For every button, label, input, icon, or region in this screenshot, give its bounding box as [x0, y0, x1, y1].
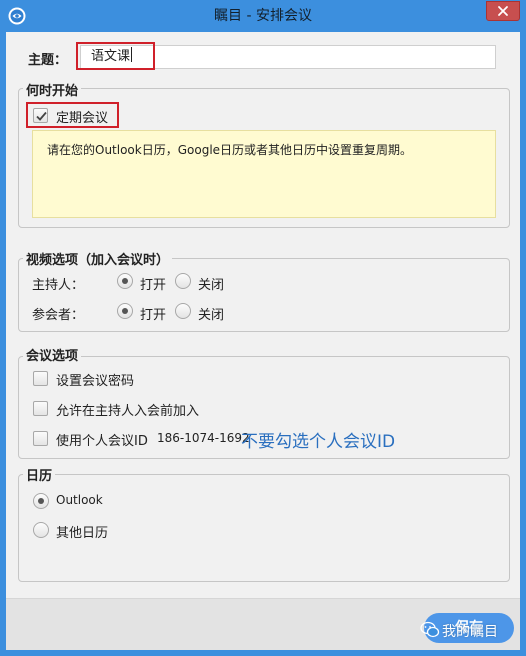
- personal-id-label: 使用个人会议ID: [56, 434, 148, 449]
- participant-video-on-radio[interactable]: [117, 303, 133, 319]
- host-video-on-label: 打开: [140, 278, 167, 293]
- video-options-title: 视频选项（加入会议时）: [23, 249, 173, 268]
- join-before-host-label: 允许在主持人入会前加入: [56, 404, 200, 419]
- participant-video-off-radio[interactable]: [175, 303, 191, 319]
- dialog-body: 主题： 语文课 何时开始 定期会议 请在您的Outlook日历，Google日历…: [6, 32, 520, 650]
- other-calendar-radio[interactable]: [33, 522, 49, 538]
- participant-label: 参会者：: [32, 308, 85, 323]
- radio-selected-dot: [122, 308, 128, 314]
- text-cursor: [131, 47, 133, 62]
- watermark: 我的瞩目: [418, 619, 518, 643]
- host-video-off-label: 关闭: [198, 278, 225, 293]
- join-before-host-checkbox[interactable]: [33, 401, 48, 416]
- schedule-meeting-window: 瞩目 - 安排会议 主题： 语文课 何时开始 定期会议 请在您的Outlook日…: [0, 0, 526, 656]
- calendar-title: 日历: [23, 465, 56, 484]
- checkmark-icon: [36, 111, 47, 121]
- personal-id-annotation: 不要勾选个人会议ID: [241, 432, 396, 452]
- host-video-off-radio[interactable]: [175, 273, 191, 289]
- video-options-group: [18, 258, 510, 332]
- close-button[interactable]: [486, 1, 520, 21]
- title-bar[interactable]: 瞩目 - 安排会议: [0, 0, 526, 32]
- meeting-options-title: 会议选项: [23, 345, 82, 364]
- radio-selected-dot: [122, 278, 128, 284]
- personal-id-value: 186-1074-1692: [157, 431, 250, 445]
- subject-value: 语文课: [91, 49, 131, 64]
- host-video-on-radio[interactable]: [117, 273, 133, 289]
- subject-input[interactable]: 语文课: [80, 45, 496, 69]
- participant-video-on-label: 打开: [140, 308, 167, 323]
- recurring-label: 定期会议: [56, 111, 109, 126]
- wechat-icon: [420, 621, 440, 638]
- outlook-radio[interactable]: [33, 493, 49, 509]
- recurrence-note: 请在您的Outlook日历，Google日历或者其他日历中设置重复周期。: [32, 130, 496, 218]
- other-calendar-label: 其他日历: [56, 526, 109, 541]
- dialog-footer: 保存 我的瞩目: [6, 598, 520, 650]
- outlook-label: Outlook: [56, 493, 103, 507]
- close-icon: [498, 6, 508, 16]
- when-title: 何时开始: [23, 80, 82, 99]
- participant-video-off-label: 关闭: [198, 308, 225, 323]
- host-label: 主持人：: [32, 278, 85, 293]
- radio-selected-dot: [38, 498, 44, 504]
- password-label: 设置会议密码: [56, 374, 135, 389]
- subject-label: 主题：: [28, 53, 68, 68]
- recurring-checkbox[interactable]: [33, 108, 48, 123]
- personal-id-checkbox[interactable]: [33, 431, 48, 446]
- password-checkbox[interactable]: [33, 371, 48, 386]
- recurrence-note-text: 请在您的Outlook日历，Google日历或者其他日历中设置重复周期。: [47, 143, 413, 157]
- watermark-text: 我的瞩目: [442, 624, 498, 640]
- window-title: 瞩目 - 安排会议: [214, 8, 312, 24]
